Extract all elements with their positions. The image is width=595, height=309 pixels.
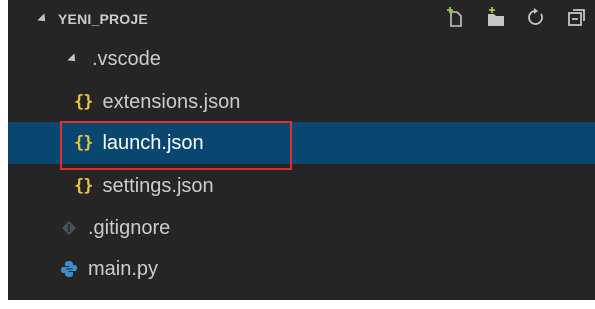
tree-file-gitignore[interactable]: .gitignore xyxy=(8,207,595,249)
explorer-section-header[interactable]: YENI_PROJE xyxy=(8,0,595,37)
new-folder-icon xyxy=(488,7,504,26)
json-file-icon: {} xyxy=(74,92,94,112)
expand-caret-icon[interactable] xyxy=(37,12,49,25)
python-file-icon xyxy=(60,260,78,278)
refresh-icon xyxy=(528,8,543,25)
file-label: launch.json xyxy=(102,131,204,154)
tree-folder-vscode[interactable]: .vscode xyxy=(8,38,595,80)
file-label: settings.json xyxy=(102,174,214,197)
file-label: .gitignore xyxy=(88,216,171,239)
tree-file-extensions-json[interactable]: {} extensions.json xyxy=(8,81,595,123)
json-file-icon: {} xyxy=(74,133,94,153)
tree-file-launch-json[interactable]: {} launch.json xyxy=(8,122,595,164)
explorer-actions xyxy=(443,4,589,30)
tree-file-main-py[interactable]: main.py xyxy=(8,248,595,290)
file-label: extensions.json xyxy=(102,90,241,113)
refresh-button[interactable] xyxy=(523,4,549,30)
gitignore-file-icon xyxy=(60,219,78,237)
new-file-button[interactable] xyxy=(443,4,469,30)
new-folder-button[interactable] xyxy=(483,4,509,30)
folder-label: .vscode xyxy=(92,47,161,70)
json-file-icon: {} xyxy=(74,176,94,196)
folder-expanded-caret-icon[interactable] xyxy=(67,53,79,65)
file-label: main.py xyxy=(88,257,159,280)
project-title: YENI_PROJE xyxy=(58,10,148,27)
explorer-panel: YENI_PROJE .vscode {} extensions.json {}… xyxy=(8,0,595,300)
tree-file-settings-json[interactable]: {} settings.json xyxy=(8,165,595,207)
collapse-all-icon xyxy=(568,9,585,26)
collapse-all-button[interactable] xyxy=(563,4,589,30)
new-file-icon xyxy=(447,7,462,27)
